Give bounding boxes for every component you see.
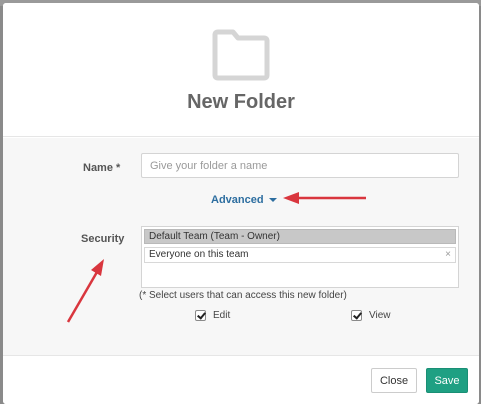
save-button[interactable]: Save (426, 368, 468, 393)
edit-permission[interactable]: Edit (195, 310, 230, 321)
security-option-everyone[interactable]: Everyone on this team × (144, 247, 456, 263)
security-label: Security (81, 233, 125, 245)
view-label: View (369, 310, 391, 321)
remove-option-icon[interactable]: × (445, 248, 451, 262)
name-label: Name * (83, 162, 121, 174)
close-button[interactable]: Close (371, 368, 417, 393)
folder-name-input[interactable] (141, 153, 459, 178)
dialog-title: New Folder (187, 91, 295, 113)
advanced-toggle[interactable]: Advanced (211, 194, 277, 206)
folder-icon (212, 29, 270, 81)
security-select[interactable]: Default Team (Team - Owner) Everyone on … (141, 226, 459, 288)
view-checkbox[interactable] (351, 310, 362, 321)
security-hint: (* Select users that can access this new… (139, 290, 347, 301)
new-folder-dialog: New Folder Name * Advanced Security Defa… (3, 3, 479, 404)
view-permission[interactable]: View (351, 310, 391, 321)
edit-checkbox[interactable] (195, 310, 206, 321)
dialog-footer: Close Save (3, 357, 479, 404)
edit-label: Edit (213, 310, 231, 321)
advanced-label: Advanced (211, 194, 264, 206)
dialog-body: Name * Advanced Security Default Team (T… (3, 138, 479, 356)
caret-down-icon (268, 198, 277, 203)
security-option-default-team[interactable]: Default Team (Team - Owner) (144, 229, 456, 244)
dialog-header: New Folder (3, 3, 479, 137)
